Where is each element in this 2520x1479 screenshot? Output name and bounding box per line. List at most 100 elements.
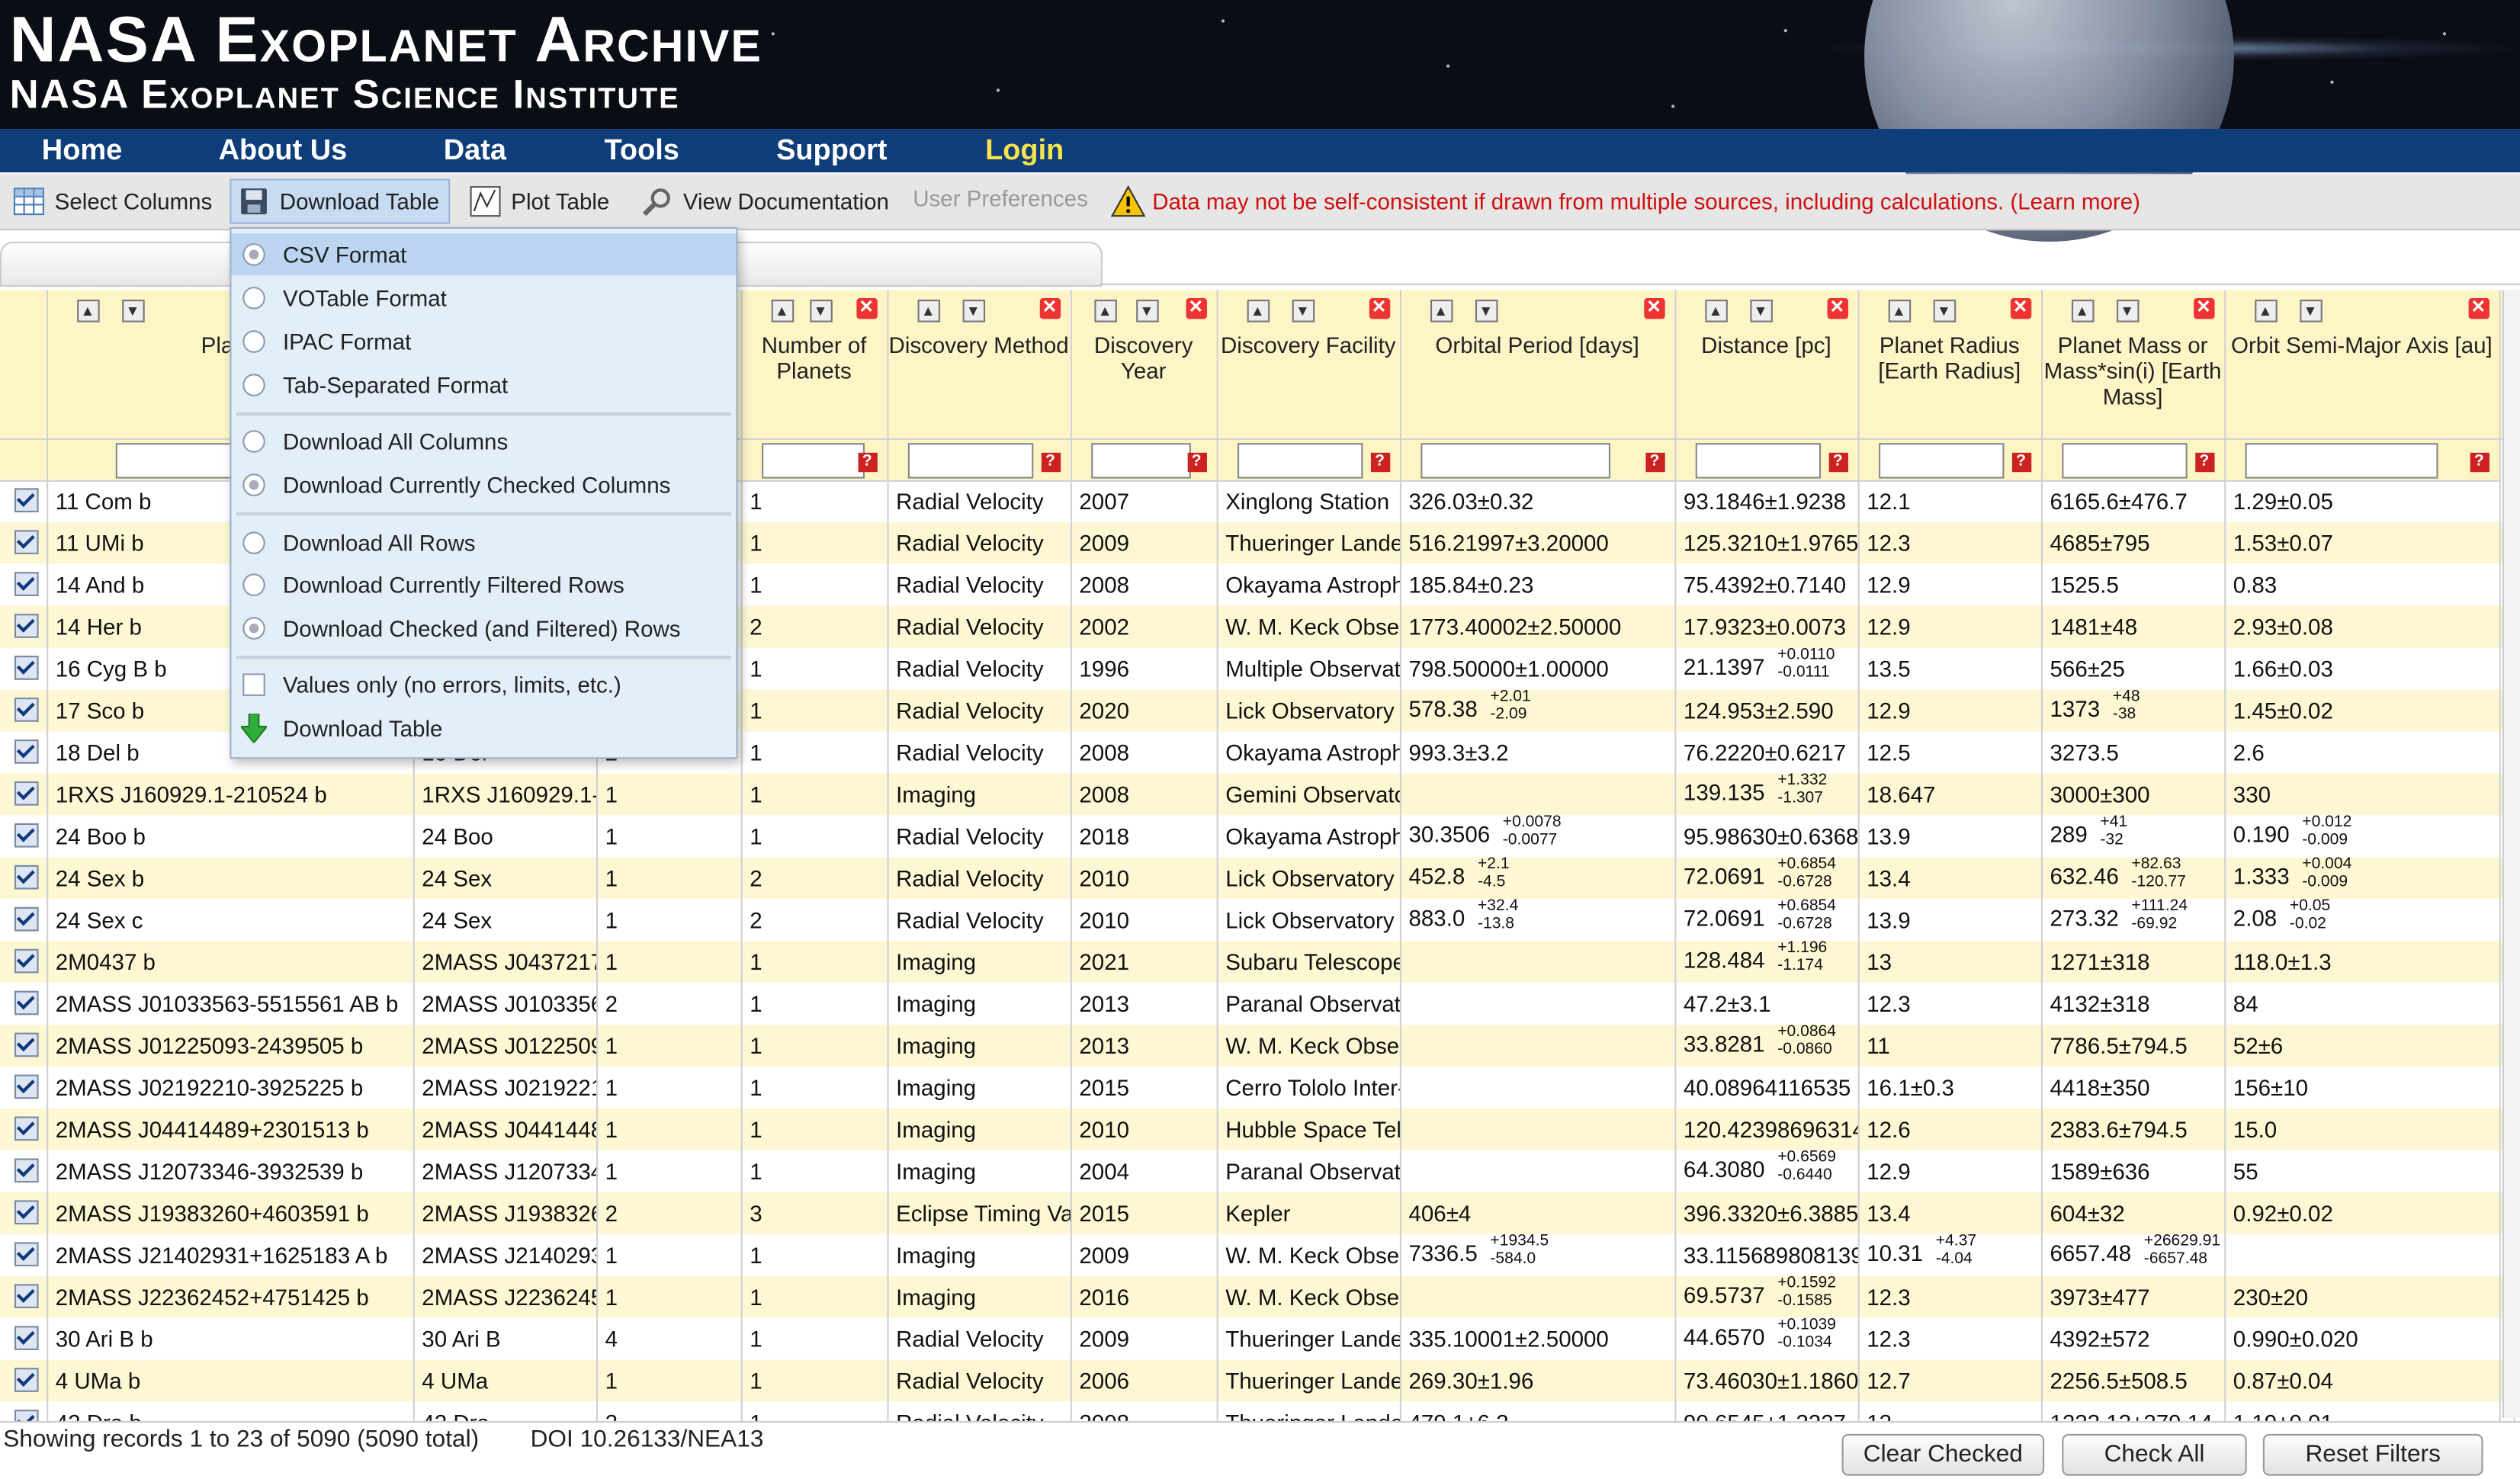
help-icon[interactable]: ? bbox=[1645, 451, 1664, 472]
sort-up-icon[interactable]: ▲ bbox=[770, 300, 794, 322]
close-icon[interactable]: ✕ bbox=[1038, 297, 1061, 319]
vertical-scrollbar[interactable] bbox=[2502, 290, 2520, 1418]
sort-down-icon[interactable]: ▼ bbox=[1474, 300, 1498, 322]
planet-name-link[interactable]: 24 Boo b bbox=[47, 815, 414, 858]
help-icon[interactable]: ? bbox=[857, 451, 877, 472]
sort-down-icon[interactable]: ▼ bbox=[1932, 300, 1956, 322]
sort-up-icon[interactable]: ▲ bbox=[2070, 300, 2094, 322]
row-checkbox[interactable] bbox=[14, 488, 39, 513]
nav-login[interactable]: Login bbox=[985, 133, 1064, 167]
nav-support[interactable]: Support bbox=[776, 133, 887, 167]
filter-input-discovery-year[interactable] bbox=[1090, 442, 1190, 478]
consistency-warning[interactable]: Data may not be self-consistent if drawn… bbox=[1110, 184, 2140, 217]
filter-input-discovery-facility[interactable] bbox=[1236, 442, 1363, 478]
planet-name-link[interactable]: 30 Ari B b bbox=[47, 1317, 414, 1360]
header-distance[interactable]: ▲ ▼ ✕ Distance [pc] bbox=[1674, 290, 1859, 439]
sort-up-icon[interactable]: ▲ bbox=[1246, 300, 1270, 322]
check-all-button[interactable]: Check All bbox=[2062, 1433, 2247, 1476]
planet-name-link[interactable]: 2MASS J04414489+2301513 b bbox=[47, 1108, 414, 1150]
help-icon[interactable]: ? bbox=[1369, 451, 1390, 472]
help-icon[interactable]: ? bbox=[1828, 451, 1847, 472]
filter-input-planet-radius[interactable] bbox=[1877, 442, 2004, 478]
menu-tsv-format[interactable]: Tab-Separated Format bbox=[232, 364, 737, 406]
filter-input-distance[interactable] bbox=[1694, 442, 1821, 478]
header-orbital-period[interactable]: ▲ ▼ ✕ Orbital Period [days] bbox=[1399, 290, 1676, 439]
row-checkbox[interactable] bbox=[14, 781, 39, 806]
planet-name-link[interactable]: 1RXS J160929.1-210524 b bbox=[47, 773, 414, 816]
planet-name-link[interactable]: 2MASS J01225093-2439505 b bbox=[47, 1025, 414, 1067]
sort-down-icon[interactable]: ▼ bbox=[2299, 300, 2322, 322]
header-planet-mass[interactable]: ▲ ▼ ✕ Planet Mass or Mass*sin(i) [Earth Mas… bbox=[2040, 290, 2226, 439]
close-icon[interactable]: ✕ bbox=[1185, 297, 1206, 319]
sort-up-icon[interactable]: ▲ bbox=[76, 300, 99, 322]
close-icon[interactable]: ✕ bbox=[1643, 297, 1664, 319]
planet-name-link[interactable]: 2MASS J01033563-5515561 AB b bbox=[47, 983, 414, 1025]
row-checkbox[interactable] bbox=[14, 698, 39, 722]
row-checkbox[interactable] bbox=[14, 614, 39, 638]
sort-down-icon[interactable]: ▼ bbox=[121, 300, 144, 322]
filter-input-planet-mass[interactable] bbox=[2061, 442, 2187, 478]
header-discovery-year[interactable]: ▲ ▼ ✕ Discovery Year bbox=[1070, 290, 1218, 439]
row-checkbox[interactable] bbox=[14, 572, 39, 596]
download-table-button[interactable]: Download Table bbox=[230, 178, 451, 224]
row-checkbox[interactable] bbox=[14, 1158, 39, 1183]
nav-data[interactable]: Data bbox=[444, 133, 506, 167]
header-discovery-method[interactable]: ▲ ▼ ✕ Discovery Method bbox=[887, 290, 1071, 439]
select-columns-button[interactable]: Select Columns bbox=[13, 185, 212, 217]
nav-about-us[interactable]: About Us bbox=[219, 133, 348, 167]
row-checkbox[interactable] bbox=[14, 1326, 39, 1350]
filter-input-discovery-method[interactable] bbox=[907, 442, 1033, 478]
user-preferences-button[interactable]: User Preferences bbox=[913, 185, 1088, 211]
sort-up-icon[interactable]: ▲ bbox=[1093, 300, 1116, 322]
menu-all-columns[interactable]: Download All Columns bbox=[232, 421, 737, 463]
filter-input-semi-major-axis[interactable] bbox=[2244, 442, 2438, 478]
sort-down-icon[interactable]: ▼ bbox=[1749, 300, 1772, 322]
sort-down-icon[interactable]: ▼ bbox=[809, 300, 832, 322]
menu-checked-columns[interactable]: Download Currently Checked Columns bbox=[232, 464, 737, 506]
close-icon[interactable]: ✕ bbox=[2193, 297, 2214, 319]
help-icon[interactable]: ? bbox=[2469, 451, 2489, 472]
close-icon[interactable]: ✕ bbox=[1368, 297, 1390, 319]
sort-down-icon[interactable]: ▼ bbox=[1135, 300, 1158, 322]
menu-votable-format[interactable]: VOTable Format bbox=[232, 277, 737, 319]
help-icon[interactable]: ? bbox=[1040, 451, 1061, 472]
sort-up-icon[interactable]: ▲ bbox=[1887, 300, 1911, 322]
header-planet-radius[interactable]: ▲ ▼ ✕ Planet Radius [Earth Radius] bbox=[1857, 290, 2042, 439]
sort-up-icon[interactable]: ▲ bbox=[2254, 300, 2277, 322]
menu-csv-format[interactable]: CSV Format bbox=[231, 233, 737, 276]
row-checkbox[interactable] bbox=[14, 990, 39, 1015]
menu-all-rows[interactable]: Download All Rows bbox=[232, 522, 737, 564]
row-checkbox[interactable] bbox=[14, 1284, 39, 1308]
row-checkbox[interactable] bbox=[14, 740, 39, 764]
planet-name-link[interactable]: 2M0437 b bbox=[47, 941, 414, 983]
row-checkbox[interactable] bbox=[14, 1242, 39, 1267]
header-semi-major-axis[interactable]: ▲ ▼ ✕ Orbit Semi-Major Axis [au] bbox=[2224, 290, 2500, 439]
close-icon[interactable]: ✕ bbox=[856, 297, 877, 319]
planet-name-link[interactable]: 24 Sex c bbox=[47, 899, 414, 942]
close-icon[interactable]: ✕ bbox=[1826, 297, 1847, 319]
view-documentation-button[interactable]: View Documentation bbox=[641, 185, 889, 217]
sort-down-icon[interactable]: ▼ bbox=[961, 300, 985, 322]
row-checkbox[interactable] bbox=[14, 865, 39, 890]
clear-checked-button[interactable]: Clear Checked bbox=[1841, 1433, 2045, 1476]
nav-home[interactable]: Home bbox=[42, 133, 122, 167]
menu-filtered-rows[interactable]: Download Currently Filtered Rows bbox=[232, 564, 737, 606]
planet-name-link[interactable]: 2MASS J12073346-3932539 b bbox=[47, 1150, 414, 1192]
row-checkbox[interactable] bbox=[14, 1116, 39, 1141]
planet-name-link[interactable]: 2MASS J19383260+4603591 b bbox=[47, 1192, 414, 1234]
planet-name-link[interactable]: 2MASS J22362452+4751425 b bbox=[47, 1275, 414, 1318]
sort-up-icon[interactable]: ▲ bbox=[917, 300, 940, 322]
sort-up-icon[interactable]: ▲ bbox=[1704, 300, 1727, 322]
planet-name-link[interactable]: 2MASS J02192210-3925225 b bbox=[47, 1067, 414, 1108]
help-icon[interactable]: ? bbox=[2194, 451, 2214, 472]
header-discovery-facility[interactable]: ▲ ▼ ✕ Discovery Facility bbox=[1216, 290, 1401, 439]
filter-input-num-planets[interactable] bbox=[761, 442, 864, 478]
row-checkbox[interactable] bbox=[14, 1074, 39, 1099]
row-checkbox[interactable] bbox=[14, 1368, 39, 1392]
row-checkbox[interactable] bbox=[14, 823, 39, 848]
nav-tools[interactable]: Tools bbox=[605, 133, 679, 167]
reset-filters-button[interactable]: Reset Filters bbox=[2262, 1433, 2483, 1476]
close-icon[interactable]: ✕ bbox=[2009, 297, 2031, 319]
sort-up-icon[interactable]: ▲ bbox=[1429, 300, 1453, 322]
row-checkbox[interactable] bbox=[14, 656, 39, 680]
